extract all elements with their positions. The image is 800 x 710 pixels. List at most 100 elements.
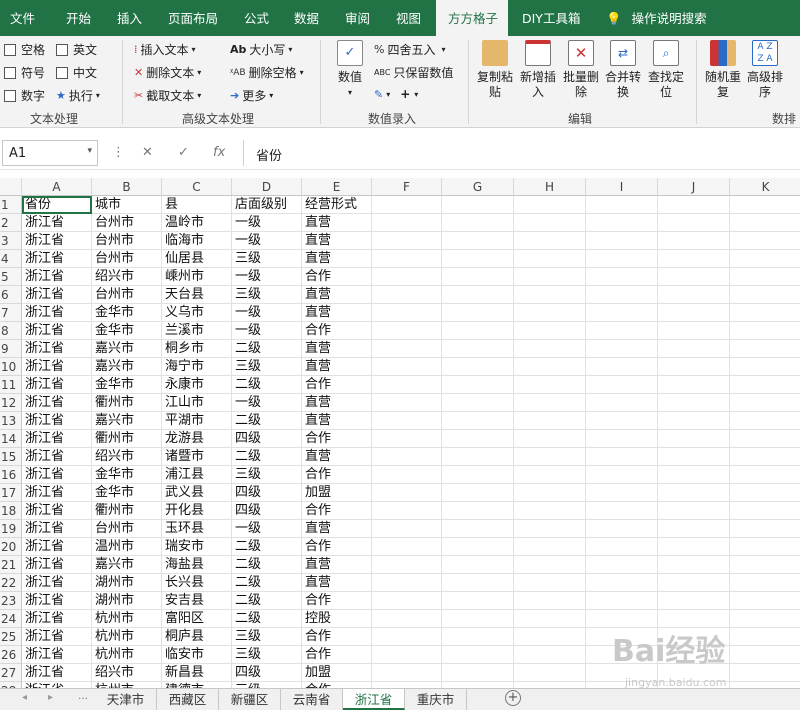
cell[interactable]: 龙游县 xyxy=(162,430,232,448)
cell[interactable] xyxy=(586,232,658,250)
cell[interactable] xyxy=(372,610,442,628)
cell[interactable] xyxy=(730,394,800,412)
cell[interactable]: 仙居县 xyxy=(162,250,232,268)
cell[interactable]: 直营 xyxy=(302,556,372,574)
cell[interactable]: 浙江省 xyxy=(22,232,92,250)
cell[interactable] xyxy=(730,412,800,430)
cell[interactable]: 三级 xyxy=(232,358,302,376)
cell[interactable]: 合作 xyxy=(302,628,372,646)
cell[interactable]: 衢州市 xyxy=(92,502,162,520)
cell[interactable] xyxy=(514,484,586,502)
cell[interactable] xyxy=(514,196,586,214)
cell[interactable]: 安吉县 xyxy=(162,592,232,610)
cell[interactable] xyxy=(586,322,658,340)
cell[interactable]: 长兴县 xyxy=(162,574,232,592)
tab-data[interactable]: 数据 xyxy=(294,0,319,36)
cell[interactable]: 二级 xyxy=(232,448,302,466)
tab-home[interactable]: 开始 xyxy=(66,0,91,36)
batch-delete-button[interactable]: ✕ 批量删除 xyxy=(560,40,602,100)
cell[interactable] xyxy=(730,448,800,466)
column-header[interactable]: C xyxy=(162,178,232,196)
more-tabs-icon[interactable]: … xyxy=(78,691,88,702)
cell[interactable]: 三级 xyxy=(232,286,302,304)
cell[interactable] xyxy=(372,394,442,412)
cell[interactable]: 二级 xyxy=(232,556,302,574)
cell[interactable] xyxy=(442,502,514,520)
cell[interactable] xyxy=(586,484,658,502)
cell[interactable] xyxy=(514,268,586,286)
cell[interactable]: 浙江省 xyxy=(22,412,92,430)
cell[interactable] xyxy=(372,214,442,232)
row-header[interactable]: 3 xyxy=(0,232,22,250)
cell[interactable] xyxy=(730,538,800,556)
cell[interactable]: 浙江省 xyxy=(22,538,92,556)
cell[interactable]: 浙江省 xyxy=(22,610,92,628)
cell[interactable]: 一级 xyxy=(232,394,302,412)
cell[interactable]: 台州市 xyxy=(92,250,162,268)
cell[interactable]: 三级 xyxy=(232,466,302,484)
check-symbol[interactable]: 符号 xyxy=(4,64,45,81)
cell[interactable]: 合作 xyxy=(302,502,372,520)
cell[interactable] xyxy=(658,304,730,322)
cell[interactable]: 临安市 xyxy=(162,646,232,664)
scroll-left-icon[interactable]: ◂ xyxy=(22,692,27,703)
cell[interactable] xyxy=(372,628,442,646)
sheet-tab[interactable]: 天津市 xyxy=(95,689,157,710)
cell[interactable] xyxy=(658,340,730,358)
sheet-tab[interactable]: 重庆市 xyxy=(405,689,467,710)
advanced-sort-button[interactable]: A ZZ A 高级排序 xyxy=(744,40,786,100)
cell[interactable] xyxy=(442,430,514,448)
tab-insert[interactable]: 插入 xyxy=(117,0,142,36)
cell[interactable] xyxy=(514,376,586,394)
cell[interactable] xyxy=(586,340,658,358)
cell[interactable] xyxy=(586,502,658,520)
row-header[interactable]: 9 xyxy=(0,340,22,358)
cell[interactable] xyxy=(372,592,442,610)
column-header[interactable]: A xyxy=(22,178,92,196)
cell[interactable]: 浙江省 xyxy=(22,520,92,538)
cell[interactable]: 浙江省 xyxy=(22,430,92,448)
cell[interactable] xyxy=(442,232,514,250)
tab-file[interactable]: 文件 xyxy=(10,0,35,36)
sheet-tab[interactable]: 西藏区 xyxy=(157,689,219,710)
cell[interactable]: 直营 xyxy=(302,574,372,592)
column-header[interactable]: B xyxy=(92,178,162,196)
cell[interactable]: 直营 xyxy=(302,286,372,304)
cell[interactable]: 浙江省 xyxy=(22,376,92,394)
cell[interactable]: 台州市 xyxy=(92,214,162,232)
cell[interactable] xyxy=(730,358,800,376)
cell[interactable] xyxy=(658,556,730,574)
more-button[interactable]: ➔ 更多 ▾ xyxy=(230,87,273,104)
cell[interactable] xyxy=(514,430,586,448)
cell[interactable] xyxy=(730,232,800,250)
cell[interactable] xyxy=(730,196,800,214)
execute-button[interactable]: ★ 执行 ▾ xyxy=(56,87,100,104)
cell[interactable] xyxy=(372,376,442,394)
cell[interactable]: 直营 xyxy=(302,250,372,268)
cell[interactable] xyxy=(442,664,514,682)
cell[interactable]: 温州市 xyxy=(92,538,162,556)
cell[interactable]: 四级 xyxy=(232,430,302,448)
worksheet-grid[interactable]: ABCDEFGHIJK 1 省份 城市县店面级别 经营形式 2 浙江省 台州市 温岭市 一级 直营… xyxy=(0,178,800,688)
cell[interactable]: 直营 xyxy=(302,304,372,322)
formula-input[interactable]: 省份 xyxy=(243,140,798,166)
add-sheet-icon[interactable]: + xyxy=(505,690,521,706)
edit-icon-button[interactable]: ✎ ▾ + ▾ xyxy=(374,87,418,101)
cell[interactable]: 浙江省 xyxy=(22,448,92,466)
cell[interactable] xyxy=(658,502,730,520)
cell[interactable]: 衢州市 xyxy=(92,394,162,412)
row-header[interactable]: 26 xyxy=(0,646,22,664)
cell[interactable] xyxy=(586,520,658,538)
cell[interactable] xyxy=(658,286,730,304)
cell[interactable] xyxy=(442,214,514,232)
cell[interactable]: 浙江省 xyxy=(22,502,92,520)
cell[interactable]: 合作 xyxy=(302,538,372,556)
cell[interactable] xyxy=(442,340,514,358)
cell[interactable] xyxy=(730,430,800,448)
cell[interactable] xyxy=(730,574,800,592)
cell[interactable] xyxy=(658,214,730,232)
cell[interactable]: 二级 xyxy=(232,412,302,430)
cell[interactable] xyxy=(442,268,514,286)
cell[interactable]: 浙江省 xyxy=(22,268,92,286)
cell[interactable] xyxy=(514,394,586,412)
